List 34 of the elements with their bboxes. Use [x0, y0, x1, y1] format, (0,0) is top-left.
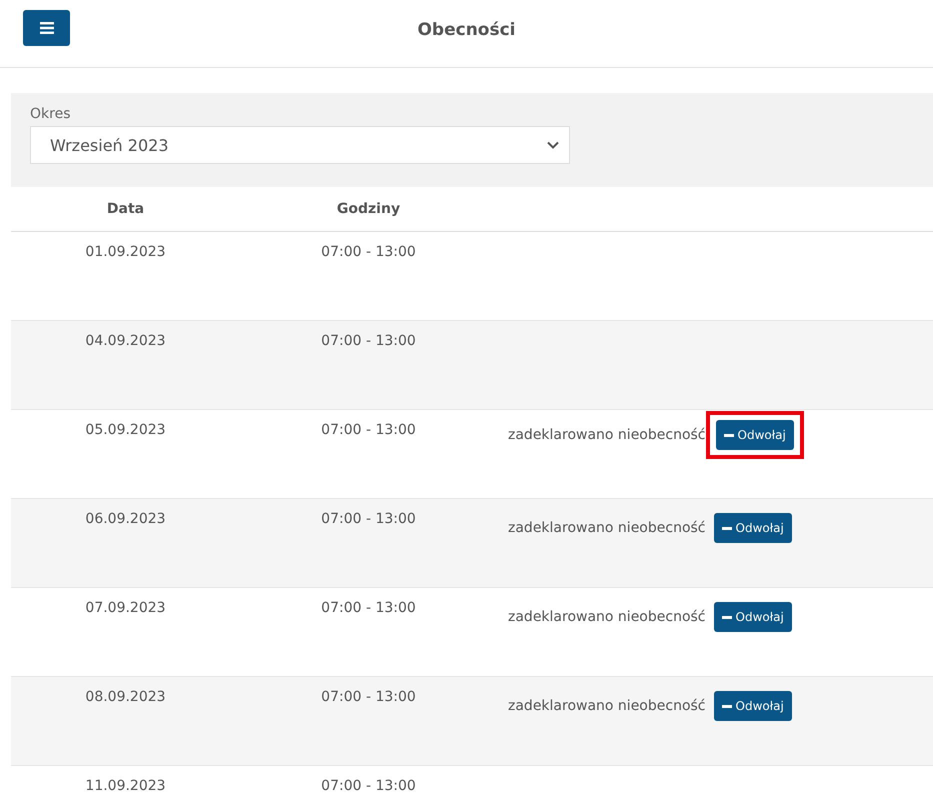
minus-icon — [722, 704, 732, 708]
status-text: zadeklarowano nieobecność — [508, 427, 706, 443]
status-text: zadeklarowano nieobecność — [508, 520, 706, 536]
status-text: zadeklarowano nieobecność — [508, 698, 706, 714]
chevron-down-icon — [547, 141, 559, 149]
column-header: Godziny — [336, 201, 400, 217]
hours-cell: 07:00 - 13:00 — [321, 689, 416, 705]
date-cell: 05.09.2023 — [85, 422, 166, 438]
minus-icon — [722, 616, 732, 618]
hours-cell: 07:00 - 13:00 — [321, 333, 416, 349]
hours-cell: 07:00 - 13:00 — [321, 244, 416, 260]
cancel-button[interactable]: Odwołaj — [714, 513, 792, 543]
column-header: Data — [106, 201, 144, 217]
date-cell: 07.09.2023 — [85, 600, 166, 616]
hours-cell: 07:00 - 13:00 — [321, 778, 416, 794]
hours-cell: 07:00 - 13:00 — [321, 600, 416, 616]
menu-button[interactable] — [23, 10, 70, 46]
status-text: zadeklarowano nieobecność — [508, 609, 706, 625]
page-title: Obecności — [417, 20, 516, 40]
date-cell: 06.09.2023 — [85, 511, 166, 527]
date-cell: 11.09.2023 — [85, 778, 166, 794]
date-cell: 01.09.2023 — [85, 244, 166, 260]
hours-cell: 07:00 - 13:00 — [321, 511, 416, 527]
period-select[interactable]: Wrzesień 2023 — [30, 126, 570, 164]
cancel-button[interactable]: Odwołaj — [716, 420, 794, 450]
minus-icon — [724, 434, 734, 436]
hours-cell: 07:00 - 13:00 — [321, 422, 416, 438]
cancel-button[interactable]: Odwołaj — [714, 602, 792, 632]
cancel-button[interactable]: Odwołaj — [714, 691, 792, 721]
minus-icon — [722, 526, 732, 530]
date-cell: 04.09.2023 — [85, 333, 166, 349]
menu-icon — [40, 22, 54, 34]
period-label: Okres — [30, 106, 70, 122]
date-cell: 08.09.2023 — [85, 689, 166, 705]
